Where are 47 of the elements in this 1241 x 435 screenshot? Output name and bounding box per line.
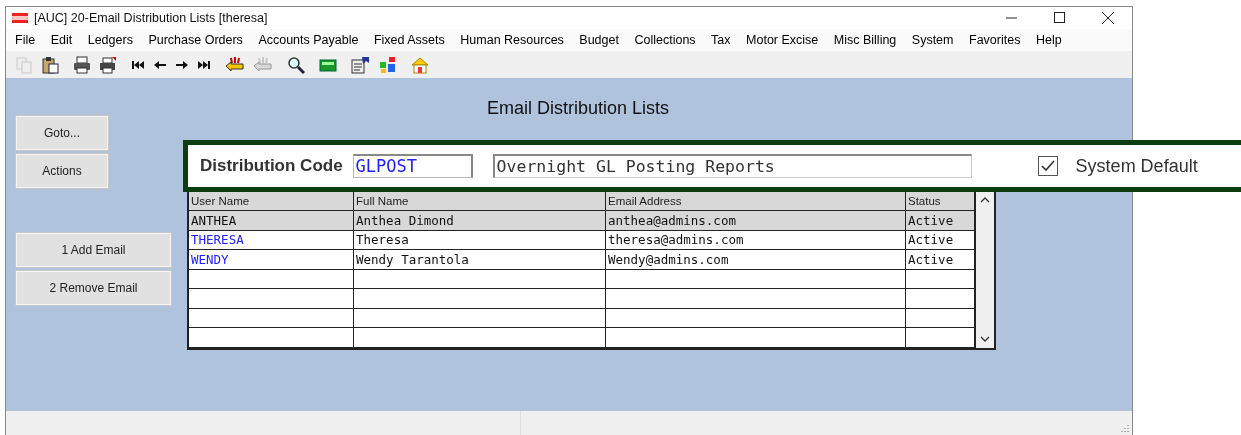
form-icon[interactable] xyxy=(351,55,371,74)
menu-item[interactable]: Ledgers xyxy=(81,33,138,47)
chevron-down-icon[interactable] xyxy=(980,335,990,342)
table-row[interactable]: WENDY Wendy Tarantola Wendy@admins.com Active xyxy=(188,249,975,269)
search-icon[interactable] xyxy=(287,55,305,74)
menu-item[interactable]: Budget xyxy=(573,33,624,47)
maximize-icon[interactable] xyxy=(1054,12,1066,24)
menu-item[interactable]: Accounts Payable xyxy=(252,33,364,47)
side-button[interactable]: Actions xyxy=(15,153,109,189)
menu-item[interactable]: Collections xyxy=(628,33,701,47)
code-field[interactable]: GLPOST xyxy=(352,154,473,178)
app-logo-icon xyxy=(12,13,28,23)
printer-icon[interactable] xyxy=(73,55,91,74)
table-cell: WENDY xyxy=(188,249,354,269)
window-title: [AUC] 20-Email Distribution Lists [theresa] xyxy=(34,11,269,25)
table-row[interactable]: THERESA Theresa theresa@admins.com Active xyxy=(188,230,975,250)
chevron-up-icon[interactable] xyxy=(980,197,990,203)
description-field[interactable]: Overnight GL Posting Reports xyxy=(492,154,972,178)
menu-item[interactable]: File xyxy=(9,33,41,47)
side-button[interactable]: 2 Remove Email xyxy=(15,270,172,306)
menu-item[interactable]: System xyxy=(905,33,959,47)
resize-grip-icon[interactable] xyxy=(1119,423,1129,433)
checkbox-label: System Default xyxy=(1075,155,1198,177)
menu-item[interactable]: Motor Excise xyxy=(740,33,824,47)
menu-item[interactable]: Tax xyxy=(705,33,736,47)
menu-item[interactable]: Fixed Assets xyxy=(367,33,450,47)
checkbox[interactable] xyxy=(1037,156,1058,176)
table-cell: ANTHEA xyxy=(188,210,354,230)
close-icon[interactable] xyxy=(1102,12,1114,24)
menu-item[interactable]: Edit xyxy=(44,33,78,47)
table-cell: THERESA xyxy=(188,230,354,250)
home-icon[interactable] xyxy=(411,55,429,74)
menu-item[interactable]: Misc Billing xyxy=(827,33,902,47)
scrollbar[interactable] xyxy=(975,191,994,348)
menu-item[interactable]: Help xyxy=(1029,33,1067,47)
printer-icon[interactable] xyxy=(99,55,117,74)
side-button[interactable]: Goto... xyxy=(15,115,109,151)
menu-item[interactable]: Purchase Orders xyxy=(142,33,248,47)
field-label: Distribution Code xyxy=(200,156,343,176)
screen-title: Email Distribution Lists xyxy=(486,98,670,119)
hand-arrow-icon[interactable] xyxy=(225,55,245,74)
side-button[interactable]: 1 Add Email xyxy=(15,232,172,268)
menu-item[interactable]: Human Resources xyxy=(454,33,569,47)
menu-item[interactable]: Favorites xyxy=(963,33,1026,47)
table-row[interactable]: ANTHEA Anthea Dimond anthea@admins.com Active xyxy=(188,210,975,230)
clipboard-icon[interactable] xyxy=(41,55,59,74)
blocks-icon[interactable] xyxy=(379,55,397,74)
